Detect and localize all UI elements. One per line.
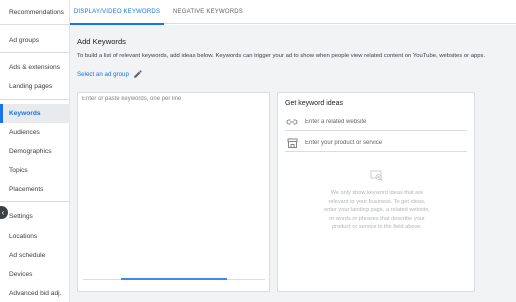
link-icon	[285, 117, 299, 127]
product-service-row	[285, 134, 467, 152]
product-service-input[interactable]	[305, 139, 455, 146]
sidebar-item-placements[interactable]: Placements	[0, 180, 70, 199]
keyword-ideas-panel: Get keyword ideas We only show keyword	[277, 92, 475, 292]
empty-state-message: We only show keyword ideas that are rele…	[324, 190, 430, 231]
pencil-icon[interactable]	[133, 69, 143, 79]
sidebar-item-audiences[interactable]: Audiences	[0, 123, 70, 142]
sidebar-item-keywords[interactable]: Keywords	[0, 104, 70, 123]
keyword-ideas-title: Get keyword ideas	[285, 100, 343, 107]
sidebar-divider	[0, 24, 70, 25]
sidebar-item-devices[interactable]: Devices	[0, 265, 70, 284]
sidebar-item-ads-extensions[interactable]: Ads & extensions	[0, 58, 70, 77]
tab-negative-keywords[interactable]: NEGATIVE KEYWORDS	[164, 0, 252, 24]
sidebar-divider	[0, 201, 70, 202]
sidebar-item-ad-groups[interactable]: Ad groups	[0, 31, 70, 50]
page-title: Add Keywords	[77, 37, 126, 46]
sidebar-item-topics[interactable]: Topics	[0, 161, 70, 180]
page-description: To build a list of relevant keywords, ad…	[77, 53, 486, 59]
sidebar-item-settings[interactable]: Settings	[0, 207, 70, 226]
sidebar-divider	[0, 52, 70, 53]
related-website-row	[285, 113, 467, 131]
sidebar-item-demographics[interactable]: Demographics	[0, 142, 70, 161]
tab-bar: DISPLAY/VIDEO KEYWORDS NEGATIVE KEYWORDS	[70, 0, 516, 25]
store-icon	[285, 138, 299, 148]
horizontal-scrollbar[interactable]	[121, 278, 227, 280]
select-ad-group-label: Select an ad group	[77, 70, 129, 78]
sidebar: Recommendations Ad groups Ads & extensio…	[0, 0, 70, 302]
select-ad-group-link[interactable]: Select an ad group	[77, 69, 143, 79]
main-content: Add Keywords To build a list of relevant…	[70, 25, 516, 302]
no-results-icon	[370, 170, 383, 182]
sidebar-item-recommendations[interactable]: Recommendations	[0, 3, 70, 22]
sidebar-item-locations[interactable]: Locations	[0, 227, 70, 246]
keywords-textarea[interactable]	[82, 96, 265, 276]
keywords-panel	[77, 92, 270, 292]
sidebar-item-ad-schedule[interactable]: Ad schedule	[0, 246, 70, 265]
sidebar-divider	[0, 99, 70, 100]
related-website-input[interactable]	[305, 118, 455, 125]
sidebar-item-advanced-bid-adj[interactable]: Advanced bid adj.	[0, 284, 70, 302]
sidebar-item-landing-pages[interactable]: Landing pages	[0, 77, 70, 96]
tab-display-video-keywords[interactable]: DISPLAY/VIDEO KEYWORDS	[70, 0, 164, 25]
